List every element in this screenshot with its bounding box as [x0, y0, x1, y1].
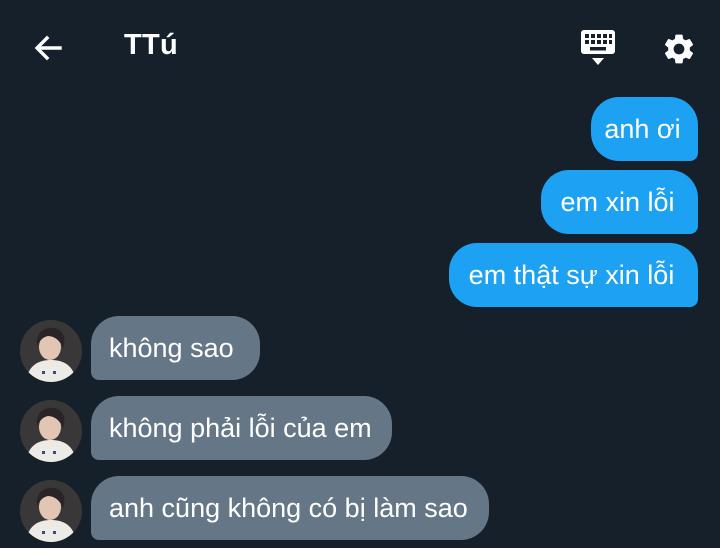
chat-header: TTú — [0, 0, 720, 92]
message-bubble-outgoing[interactable]: anh ơi — [591, 97, 698, 161]
message-text: anh cũng không có bị làm sao — [109, 492, 468, 523]
avatar[interactable] — [20, 400, 82, 462]
contact-photo — [20, 320, 82, 382]
avatar[interactable] — [20, 320, 82, 382]
message-bubble-incoming[interactable]: không sao — [91, 316, 260, 380]
gear-icon — [664, 34, 694, 64]
back-button[interactable] — [28, 28, 68, 68]
message-text: em thật sự xin lỗi — [468, 259, 675, 290]
keyboard-icon — [581, 30, 615, 65]
message-bubble-incoming[interactable]: anh cũng không có bị làm sao — [91, 476, 489, 540]
message-text: em xin lỗi — [560, 186, 675, 217]
avatar[interactable] — [20, 480, 82, 542]
settings-button[interactable] — [656, 26, 702, 72]
contact-photo — [20, 400, 82, 462]
contact-photo — [20, 480, 82, 542]
arrow-left-icon — [34, 35, 62, 61]
message-text: không phải lỗi của em — [109, 412, 372, 443]
message-bubble-outgoing[interactable]: em xin lỗi — [541, 170, 698, 234]
keyboard-button[interactable] — [576, 28, 620, 68]
message-text: anh ơi — [604, 113, 681, 144]
conversation-title: TTú — [124, 29, 179, 61]
message-text: không sao — [109, 332, 234, 363]
message-bubble-incoming[interactable]: không phải lỗi của em — [91, 396, 392, 460]
message-bubble-outgoing[interactable]: em thật sự xin lỗi — [449, 243, 698, 307]
